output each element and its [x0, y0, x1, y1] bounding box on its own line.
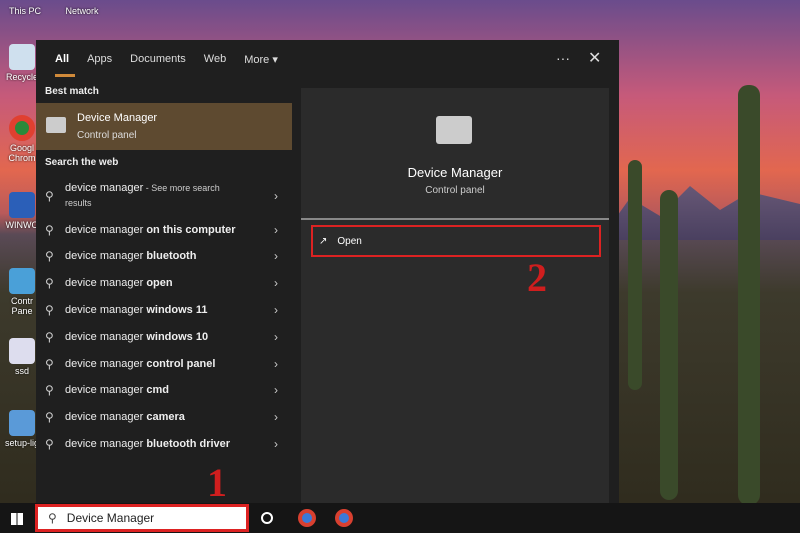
desktop-icon-network[interactable]: Network [62, 6, 102, 16]
taskbar-search-input[interactable]: ⚲ Device Manager [35, 504, 249, 532]
tab-more[interactable]: More ▾ [235, 40, 287, 78]
chevron-right-icon: › [274, 276, 278, 291]
label: WINWO [5, 220, 39, 230]
more-options-icon[interactable]: ··· [556, 50, 570, 66]
suggestion-item[interactable]: ⚲ device manager open › [36, 270, 292, 297]
chevron-right-icon: › [274, 222, 278, 237]
device-manager-icon [46, 117, 66, 133]
suggestion-text: device manager on this computer [65, 223, 236, 236]
search-value: Device Manager [66, 511, 155, 525]
web-result[interactable]: ⚲ device manager - See more search result… [36, 178, 292, 214]
best-subtitle: Control panel [77, 130, 137, 141]
tab-documents[interactable]: Documents [121, 40, 195, 78]
windows-start-icon[interactable] [11, 513, 23, 525]
open-button[interactable]: ↗ Open [311, 225, 601, 257]
chevron-down-icon: ▾ [272, 54, 278, 66]
search-icon: ⚲ [45, 276, 54, 291]
search-icon: ⚲ [45, 383, 54, 398]
search-icon: ⚲ [45, 410, 54, 425]
detail-subtitle: Control panel [425, 185, 485, 196]
suggestion-item[interactable]: ⚲ device manager control panel › [36, 350, 292, 377]
tab-apps[interactable]: Apps [78, 40, 121, 78]
desktop-icon-this-pc[interactable]: This PC [5, 6, 45, 16]
suggestion-item[interactable]: ⚲ device manager cmd › [36, 377, 292, 404]
tab-all[interactable]: All [46, 40, 78, 78]
annotation-1: 1 [207, 460, 227, 505]
query: device manager [65, 182, 144, 194]
chevron-right-icon: › [274, 189, 278, 203]
filter-tabs: All Apps Documents Web More ▾ ··· ✕ [36, 40, 619, 78]
label: This PC [8, 6, 41, 16]
label: ssd [14, 366, 29, 376]
search-icon: ⚲ [45, 436, 54, 451]
label: More [244, 54, 270, 66]
open-icon: ↗ [319, 235, 328, 247]
suggestion-item[interactable]: ⚲ device manager windows 10 › [36, 323, 292, 350]
section-search-web: Search the web [45, 157, 119, 168]
chevron-right-icon: › [274, 249, 278, 264]
divider [301, 218, 609, 220]
annotation-2: 2 [527, 255, 547, 300]
device-manager-large-icon [436, 116, 472, 144]
label: Googl Chrom [8, 143, 36, 163]
cactus [738, 85, 760, 505]
suggestion-text: device manager open [65, 277, 173, 290]
chrome-taskbar-icon[interactable] [335, 509, 353, 527]
cactus [628, 160, 642, 390]
tab-web[interactable]: Web [195, 40, 235, 78]
chevron-right-icon: › [274, 329, 278, 344]
search-icon: ⚲ [45, 189, 54, 203]
chevron-right-icon: › [274, 302, 278, 317]
search-icon: ⚲ [45, 356, 54, 371]
search-icon: ⚲ [45, 329, 54, 344]
chevron-right-icon: › [274, 410, 278, 425]
search-icon: ⚲ [45, 302, 54, 317]
suggestion-item[interactable]: ⚲ device manager bluetooth › [36, 243, 292, 270]
cactus [660, 190, 678, 500]
close-icon[interactable]: ✕ [588, 48, 601, 68]
section-best-match: Best match [45, 86, 99, 97]
search-icon: ⚲ [45, 249, 54, 264]
label: setup-lig [4, 438, 40, 448]
search-icon: ⚲ [48, 511, 57, 525]
best-title: Device Manager [77, 112, 158, 124]
chevron-right-icon: › [274, 436, 278, 451]
suggestion-item[interactable]: ⚲ device manager camera › [36, 404, 292, 431]
detail-pane: Device Manager Control panel ↗ Open [301, 88, 609, 503]
detail-title: Device Manager [407, 165, 503, 180]
chevron-right-icon: › [274, 356, 278, 371]
suggestion-text: device manager bluetooth [65, 250, 197, 263]
suggestion-text: device manager bluetooth driver [65, 437, 231, 450]
best-match-item[interactable]: Device Manager Control panel [36, 103, 292, 150]
suggestion-item[interactable]: ⚲ device manager windows 11 › [36, 296, 292, 323]
cortana-icon[interactable] [261, 512, 273, 524]
label: Network [65, 6, 99, 16]
chrome-taskbar-icon[interactable] [298, 509, 316, 527]
suffix2: results [65, 198, 92, 208]
label: Contr Pane [10, 296, 33, 316]
suffix: - See more search [143, 183, 220, 193]
suggestion-text: device manager cmd [65, 384, 169, 397]
label: Recycle [5, 72, 38, 82]
suggestion-text: device manager camera [65, 411, 185, 424]
chevron-right-icon: › [274, 383, 278, 398]
suggestion-text: device manager windows 11 [65, 303, 208, 316]
suggestion-text: device manager windows 10 [65, 330, 209, 343]
suggestion-item[interactable]: ⚲ device manager on this computer › [36, 216, 292, 243]
suggestion-text: device manager control panel [65, 357, 216, 370]
search-icon: ⚲ [45, 222, 54, 237]
open-label: Open [337, 235, 362, 247]
suggestion-item[interactable]: ⚲ device manager bluetooth driver › [36, 430, 292, 457]
